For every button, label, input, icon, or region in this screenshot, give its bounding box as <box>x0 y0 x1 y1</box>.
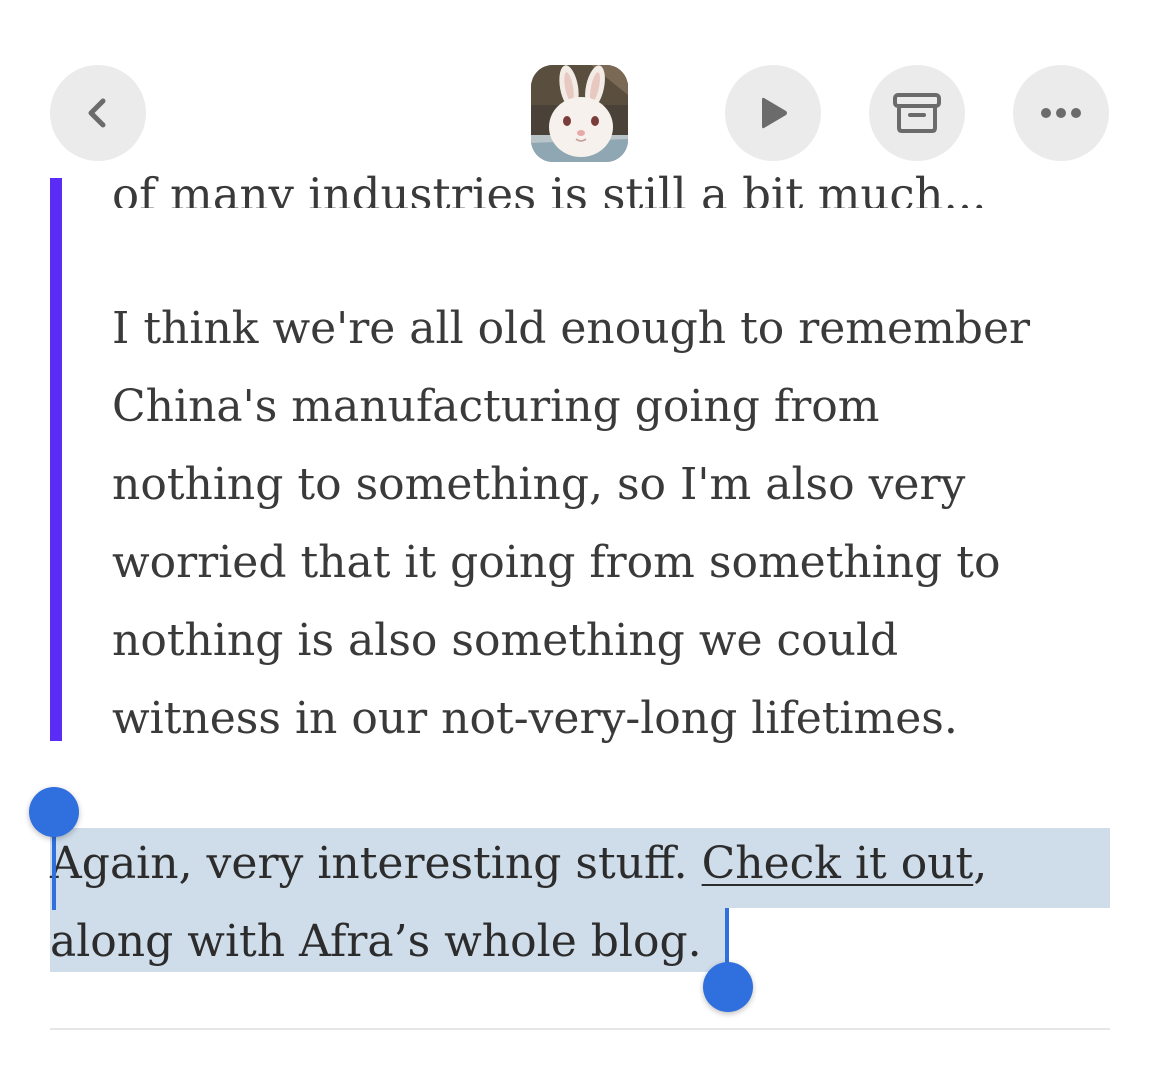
archive-button[interactable] <box>869 65 965 161</box>
quote-line: China's manufacturing going from <box>112 381 880 432</box>
ellipsis-icon <box>1041 108 1081 118</box>
blockquote-paragraph: I think we're all old enough to remember… <box>112 290 1112 758</box>
paragraph-text: , <box>973 838 988 889</box>
selection-end-handle[interactable] <box>703 962 753 1012</box>
paragraph-text: Again, very interesting stuff. <box>50 838 702 889</box>
chevron-left-icon <box>88 98 106 128</box>
back-button[interactable] <box>50 65 146 161</box>
quote-line: worried that it going from something to <box>112 537 1001 588</box>
quote-line: nothing is also something we could <box>112 615 899 666</box>
play-button[interactable] <box>725 65 821 161</box>
play-icon <box>762 97 787 129</box>
quote-line: I think we're all old enough to remember <box>112 303 1031 354</box>
quote-line: witness in our not-very-long lifetimes. <box>112 693 958 744</box>
archive-icon <box>893 93 941 133</box>
publication-avatar[interactable] <box>531 65 628 162</box>
top-toolbar <box>0 0 1158 175</box>
paragraph-text: along with Afra’s whole blog. <box>50 916 702 967</box>
blockquote-bar <box>50 178 62 741</box>
selected-paragraph[interactable]: Again, very interesting stuff. Check it … <box>50 825 1110 981</box>
section-divider <box>50 1028 1110 1030</box>
quote-line: nothing to something, so I'm also very <box>112 459 966 510</box>
selection-start-handle[interactable] <box>29 787 79 837</box>
more-options-button[interactable] <box>1013 65 1109 161</box>
rabbit-avatar <box>531 65 628 162</box>
check-it-out-link[interactable]: Check it out <box>702 838 974 889</box>
